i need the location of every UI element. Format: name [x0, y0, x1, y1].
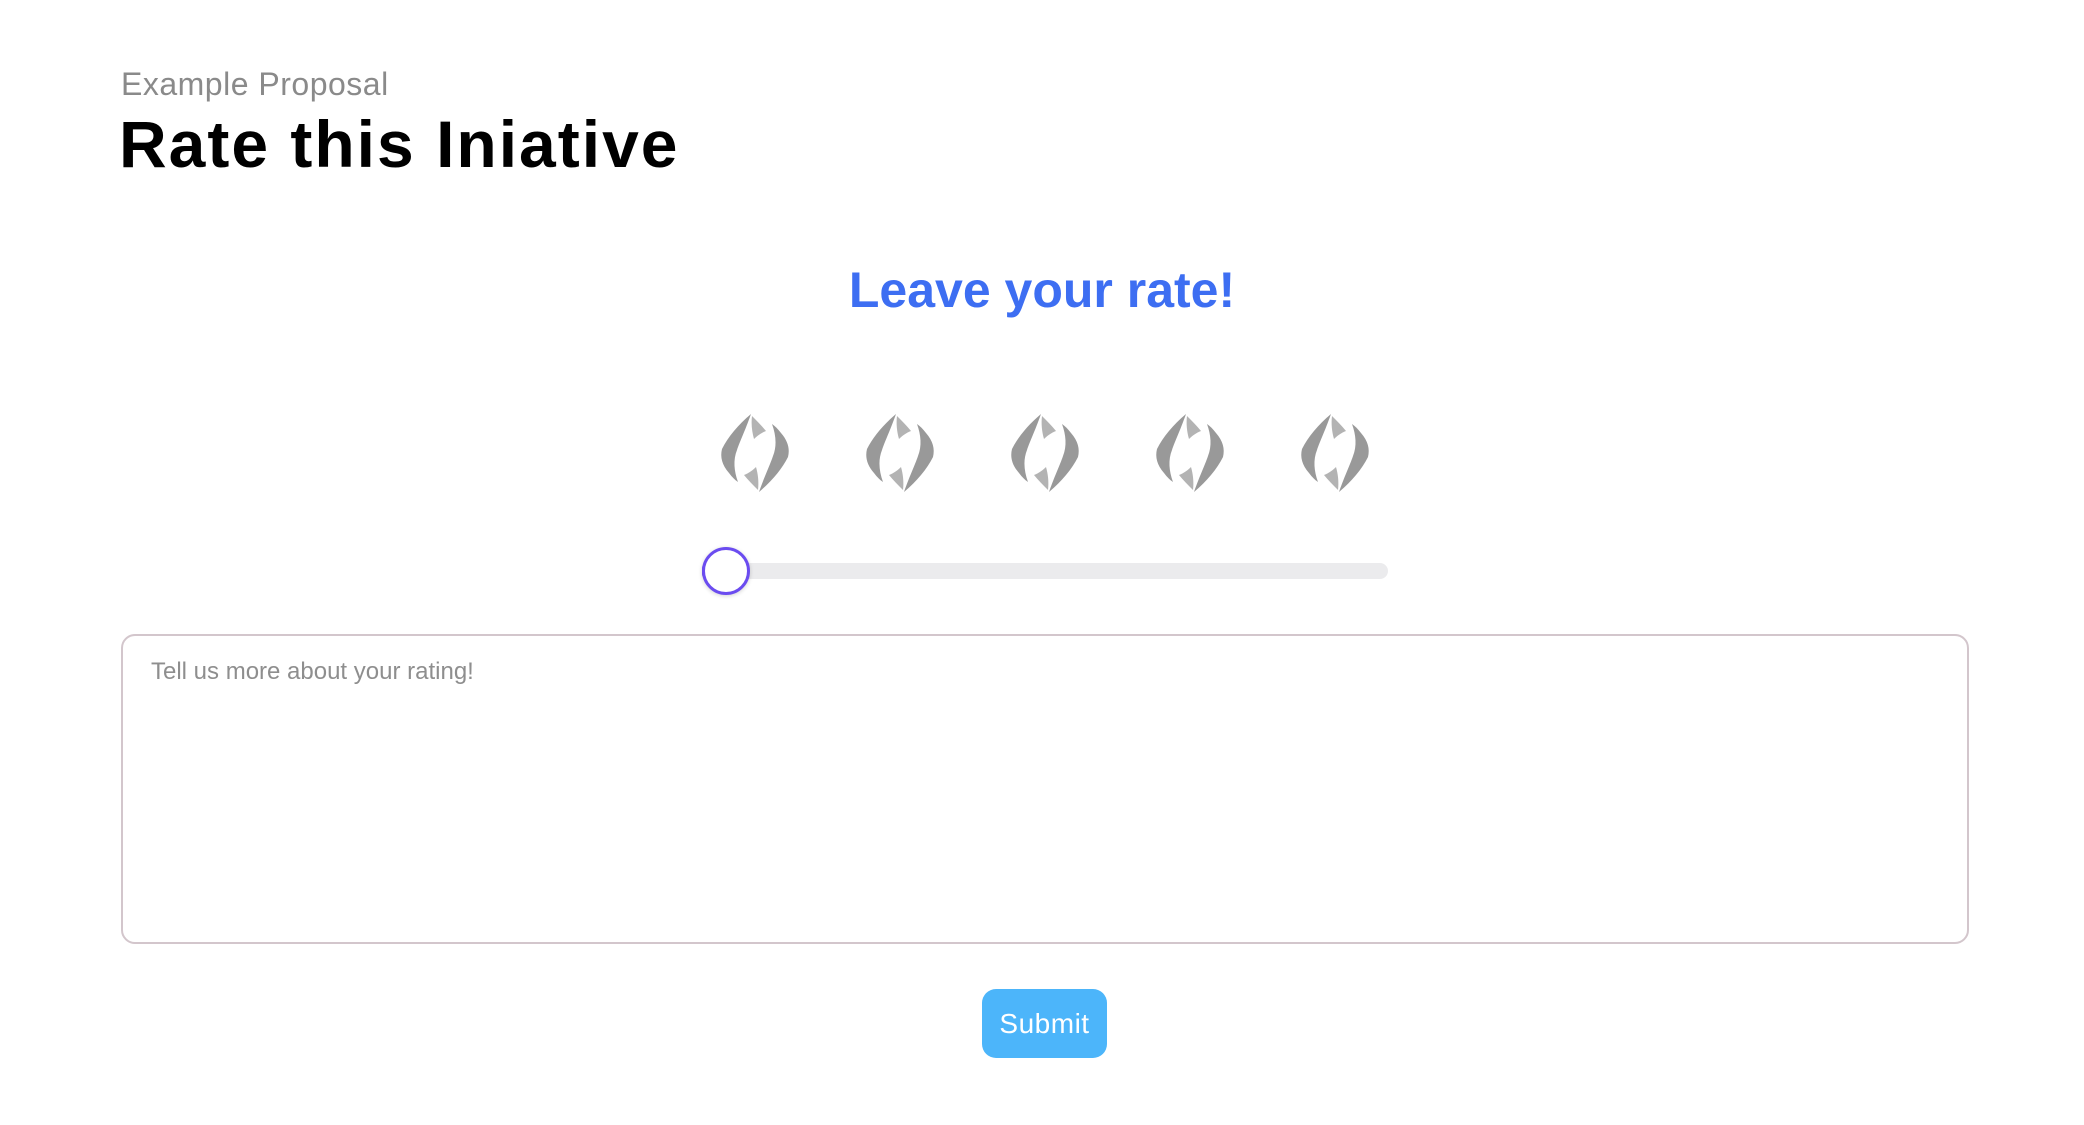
rate-heading: Leave your rate!	[848, 262, 1236, 318]
rating-page: Example Proposal Rate this Iniative Leav…	[0, 0, 2084, 1125]
rating-slider[interactable]	[702, 547, 1388, 595]
submit-button[interactable]: Submit	[982, 989, 1107, 1058]
rating-icons	[718, 413, 1372, 493]
ens-diamond-icon[interactable]	[1298, 413, 1372, 493]
ens-diamond-icon[interactable]	[1008, 413, 1082, 493]
rating-comment-input[interactable]	[121, 634, 1969, 944]
proposal-name: Example Proposal	[121, 66, 389, 102]
slider-thumb[interactable]	[702, 547, 750, 595]
page-title: Rate this Iniative	[119, 107, 680, 181]
ens-diamond-icon[interactable]	[863, 413, 937, 493]
slider-track[interactable]	[702, 563, 1388, 579]
ens-diamond-icon[interactable]	[1153, 413, 1227, 493]
ens-diamond-icon[interactable]	[718, 413, 792, 493]
